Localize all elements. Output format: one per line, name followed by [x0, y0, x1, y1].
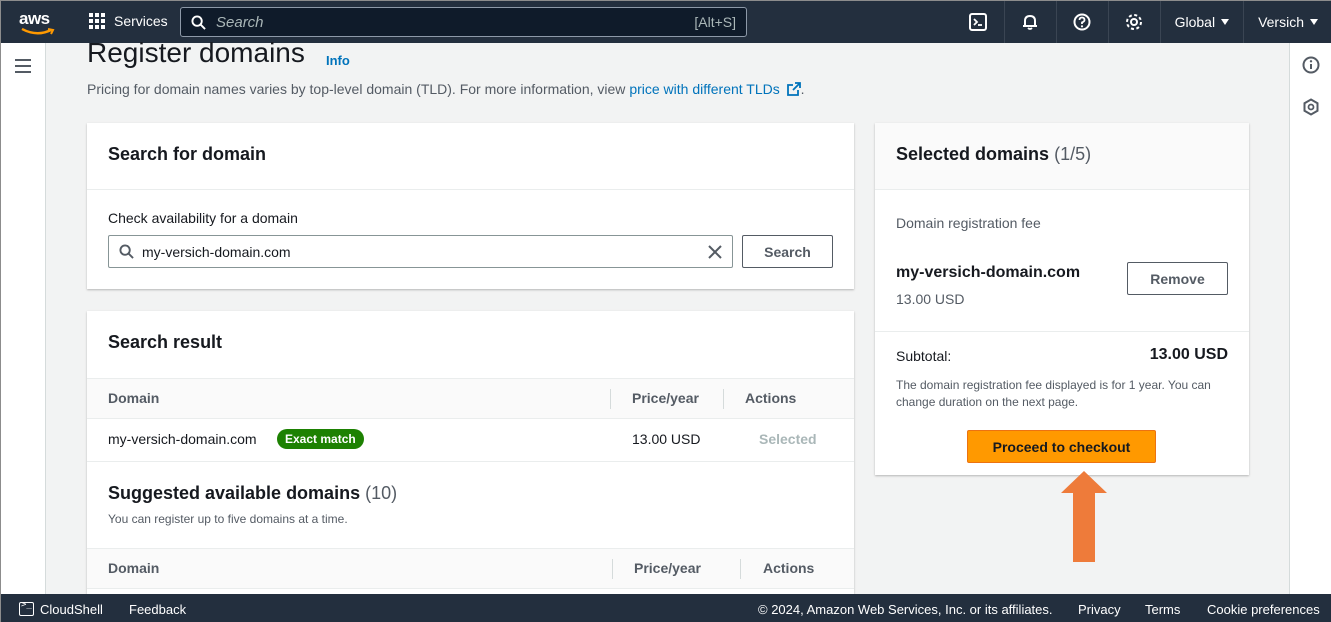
suggested-title-text: Suggested available domains	[108, 483, 361, 503]
table-row: my-versich-domain.com Exact match 13.00 …	[87, 419, 854, 462]
copyright-text: © 2024, Amazon Web Services, Inc. or its…	[758, 602, 1053, 617]
hexagon-icon[interactable]	[1302, 98, 1320, 116]
page-description-text: Pricing for domain names varies by top-l…	[87, 81, 630, 97]
remove-button[interactable]: Remove	[1127, 262, 1228, 295]
global-search-input[interactable]: Search [Alt+S]	[180, 7, 747, 37]
gear-icon	[1126, 14, 1143, 30]
selected-domains-panel: Selected domains (1/5) Domain registrati…	[875, 123, 1249, 475]
suggested-table-header: Domain Price/year Actions	[87, 548, 854, 589]
exact-match-badge: Exact match	[277, 429, 364, 449]
search-panel-title: Search for domain	[108, 144, 267, 164]
subtotal-label: Subtotal:	[896, 348, 952, 364]
column-actions[interactable]: Actions	[745, 390, 796, 406]
domain-field-label: Check availability for a domain	[108, 210, 298, 226]
column-price[interactable]: Price/year	[632, 390, 699, 406]
bell-icon	[1023, 14, 1038, 30]
caret-down-icon	[1221, 19, 1230, 25]
cloudshell-footer-button[interactable]: CloudShell	[19, 600, 103, 617]
help-icon	[1073, 13, 1091, 31]
terms-link[interactable]: Terms	[1145, 602, 1180, 617]
proceed-to-checkout-button[interactable]: Proceed to checkout	[967, 430, 1156, 463]
privacy-link[interactable]: Privacy	[1078, 602, 1121, 617]
smile-icon	[21, 28, 55, 35]
caret-down-icon	[1310, 19, 1318, 25]
result-price: 13.00 USD	[632, 431, 701, 447]
search-placeholder: Search	[216, 13, 264, 31]
search-result-panel: Search result Domain Price/year Actions …	[87, 311, 854, 594]
search-shortcut: [Alt+S]	[694, 14, 736, 30]
clear-icon[interactable]	[708, 244, 722, 259]
search-result-title: Search result	[108, 332, 223, 352]
suggested-title: Suggested available domains (10)	[108, 483, 397, 504]
footer: CloudShell Feedback © 2024, Amazon Web S…	[1, 594, 1331, 622]
selected-count: (1/5)	[1054, 144, 1092, 164]
column-actions[interactable]: Actions	[763, 560, 814, 576]
cloudshell-icon	[968, 13, 987, 31]
region-label: Global	[1174, 14, 1216, 30]
search-icon	[119, 244, 134, 259]
suggested-description: You can register up to five domains at a…	[108, 512, 348, 526]
external-link-icon	[786, 82, 801, 96]
aws-logo[interactable]: aws	[19, 9, 59, 35]
account-menu[interactable]: Versich	[1243, 1, 1331, 43]
services-menu-button[interactable]: Services	[89, 13, 168, 29]
right-tools-rail	[1289, 43, 1331, 594]
column-domain[interactable]: Domain	[108, 390, 159, 406]
page-description-end: .	[800, 81, 805, 97]
price-tld-link-text: price with different TLDs	[629, 81, 780, 97]
cloudshell-button[interactable]	[952, 1, 1004, 43]
services-label: Services	[114, 13, 168, 29]
cookie-preferences-link[interactable]: Cookie preferences	[1207, 602, 1320, 617]
domain-input-value: my-versich-domain.com	[142, 243, 291, 260]
suggested-count: (10)	[365, 483, 398, 503]
annotation-arrow-icon	[1061, 471, 1107, 562]
region-selector[interactable]: Global	[1159, 1, 1243, 43]
column-domain[interactable]: Domain	[108, 560, 159, 576]
account-label: Versich	[1258, 14, 1304, 30]
fee-note: The domain registration fee displayed is…	[896, 378, 1211, 409]
info-icon[interactable]	[1302, 56, 1320, 74]
price-tld-link[interactable]: price with different TLDs	[629, 81, 801, 97]
column-price[interactable]: Price/year	[634, 560, 701, 576]
result-domain: my-versich-domain.com	[108, 431, 257, 447]
left-navigation-rail	[1, 43, 46, 594]
help-button[interactable]	[1055, 1, 1108, 43]
search-icon	[191, 14, 206, 30]
subtotal-value: 13.00 USD	[1149, 346, 1228, 363]
cloudshell-icon	[19, 600, 34, 616]
selected-domain-price: 13.00 USD	[896, 291, 965, 307]
settings-button[interactable]	[1107, 1, 1160, 43]
selected-title-text: Selected domains	[896, 144, 1050, 164]
divider	[875, 331, 1249, 332]
domain-search-input[interactable]: my-versich-domain.com	[108, 235, 733, 268]
feedback-link[interactable]: Feedback	[129, 602, 186, 617]
grid-icon	[89, 13, 105, 29]
selected-panel-title: Selected domains (1/5)	[896, 144, 1228, 165]
selected-status: Selected	[759, 431, 817, 447]
menu-icon[interactable]	[15, 59, 31, 77]
notifications-button[interactable]	[1003, 1, 1056, 43]
info-link[interactable]: Info	[326, 53, 350, 68]
page-description: Pricing for domain names varies by top-l…	[87, 81, 805, 97]
page-title: Register domains	[87, 37, 305, 68]
aws-logo-text: aws	[19, 9, 50, 28]
selected-domain-name: my-versich-domain.com	[896, 264, 1081, 281]
fee-label: Domain registration fee	[896, 215, 1041, 231]
search-domain-panel: Search for domain Check availability for…	[87, 123, 854, 289]
search-button[interactable]: Search	[742, 235, 833, 268]
cloudshell-label: CloudShell	[40, 602, 103, 617]
result-table-header: Domain Price/year Actions	[87, 378, 854, 419]
